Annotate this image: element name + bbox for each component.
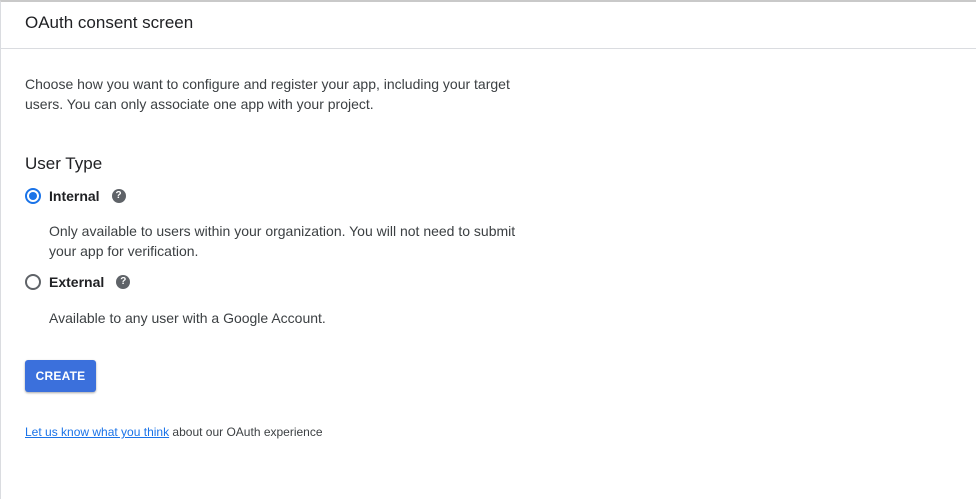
radio-option-external[interactable]: External ? xyxy=(25,272,976,292)
feedback-suffix: about our OAuth experience xyxy=(169,425,323,439)
radio-option-internal[interactable]: Internal ? xyxy=(25,186,976,206)
radio-external[interactable] xyxy=(25,274,41,290)
page-title: OAuth consent screen xyxy=(25,13,194,32)
option-label-internal: Internal xyxy=(49,188,100,204)
user-type-title: User Type xyxy=(25,154,103,173)
create-button[interactable]: CREATE xyxy=(25,360,96,392)
help-icon[interactable]: ? xyxy=(111,189,126,203)
intro-text: Choose how you want to configure and reg… xyxy=(25,76,510,112)
feedback-link[interactable]: Let us know what you think xyxy=(25,425,169,439)
option-description-external: Available to any user with a Google Acco… xyxy=(49,310,326,326)
page-header: OAuth consent screen xyxy=(1,2,976,49)
option-description-internal: Only available to users within your orga… xyxy=(49,223,516,259)
radio-internal[interactable] xyxy=(25,188,41,204)
oauth-consent-page: OAuth consent screen Choose how you want… xyxy=(0,0,976,499)
option-label-external: External xyxy=(49,274,105,290)
help-icon[interactable]: ? xyxy=(116,275,131,289)
feedback-line: Let us know what you think about our OAu… xyxy=(25,425,976,439)
main-content: Choose how you want to configure and reg… xyxy=(1,49,976,439)
